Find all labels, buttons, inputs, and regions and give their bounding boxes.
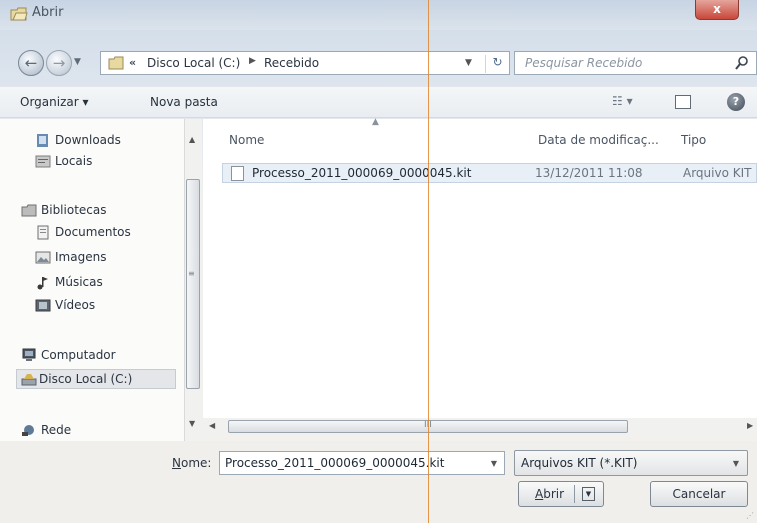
sidebar-item-label: Rede [41,423,72,437]
sidebar-item-label: Músicas [55,275,103,289]
title-bar[interactable]: Abrir x [0,0,757,30]
scrollbar-grip-icon: ≡ [188,269,195,278]
libraries-icon [21,204,37,217]
sidebar-item-label: Vídeos [55,298,96,312]
close-icon: x [713,2,721,16]
search-input[interactable]: Pesquisar Recebido [525,56,642,70]
back-arrow-icon: ← [24,54,38,72]
preview-pane-icon[interactable] [675,95,691,109]
open-file-dialog: Abrir x ← → ▼ « Disco Local (C:) ▶ Receb… [0,0,757,523]
places-icon [35,155,51,168]
breadcrumb-separator-icon[interactable]: ▶ [249,56,256,66]
videos-icon [35,299,51,312]
file-type: Arquivo KIT [683,166,752,180]
sidebar-item-label: Bibliotecas [41,203,107,217]
recent-locations-dropdown[interactable]: ▼ [74,57,81,67]
open-button-accel: A [535,487,544,501]
navigation-pane-scrollbar[interactable]: ▲ ≡ ▼ [184,119,202,441]
help-icon[interactable]: ? [727,93,745,111]
search-icon[interactable] [734,55,750,71]
file-name-value[interactable]: Processo_2011_000069_0000045.kit [225,456,444,470]
refresh-icon[interactable]: ↻ [485,55,509,73]
open-button[interactable]: Abrir ▼ [518,481,604,507]
file-name-label-text: ome: [180,456,212,470]
column-header-data[interactable]: Data de modificaç... [538,133,659,147]
sidebar-item-label: Downloads [55,133,121,147]
computer-icon [22,348,36,361]
help-glyph: ? [732,95,740,108]
close-button[interactable]: x [695,0,739,20]
open-button-label: Abrir [535,482,564,506]
file-list-horizontal-scrollbar[interactable]: ◀ III ▶ [203,418,757,436]
chevron-down-icon[interactable]: ▼ [733,459,739,468]
forward-button[interactable]: → [46,50,72,76]
overflow-crumb-icon[interactable]: « [129,56,136,69]
file-type-filter-value: Arquivos KIT (*.KIT) [521,456,638,470]
column-header-nome[interactable]: Nome [229,133,264,147]
address-bar[interactable]: « Disco Local (C:) ▶ Recebido ▼ ↻ [100,51,510,75]
sidebar-item-label: Locais [55,154,93,168]
file-date: 13/12/2011 11:08 [535,166,643,180]
cancel-button[interactable]: Cancelar [650,481,748,507]
file-name-field[interactable]: Processo_2011_000069_0000045.kit ▼ [219,451,505,475]
sidebar-item-label: Computador [41,348,116,362]
documents-icon [37,225,49,240]
new-folder-button[interactable]: Nova pasta [150,95,218,109]
breadcrumb-disco-local[interactable]: Disco Local (C:) [147,56,240,70]
split-divider [574,485,575,503]
search-box[interactable]: Pesquisar Recebido [514,51,757,75]
file-name-label-accel: N [172,456,181,470]
folder-icon [108,56,124,70]
column-header-tipo[interactable]: Tipo [681,133,706,147]
sidebar-item-disco-local[interactable]: Disco Local (C:) [16,369,176,389]
scan-marker-line [428,0,429,523]
forward-arrow-icon: → [52,54,66,72]
sort-ascending-icon: ▲ [372,117,379,127]
command-toolbar: Organizar ▾ Nova pasta ☷ ▾ ? [0,86,757,118]
music-icon [37,277,48,290]
resize-grip-icon[interactable]: ⋰ [746,511,754,520]
file-name: Processo_2011_000069_0000045.kit [252,166,472,180]
open-options-dropdown-icon[interactable]: ▼ [582,487,595,501]
dialog-footer: Nome: Processo_2011_000069_0000045.kit ▼… [0,441,757,523]
sidebar-item-label: Imagens [55,250,107,264]
file-name-label: Nome: [172,456,211,470]
window-title: Abrir [32,5,64,20]
scrollbar-thumb[interactable] [186,179,200,389]
app-icon [10,7,28,21]
scroll-right-icon[interactable]: ▶ [747,421,753,430]
chevron-down-icon[interactable]: ▼ [491,459,497,468]
table-row[interactable]: Processo_2011_000069_0000045.kit 13/12/2… [222,163,757,183]
breadcrumb-recebido[interactable]: Recebido [264,56,319,70]
file-icon [231,166,244,181]
change-view-icon[interactable]: ☷ ▾ [612,94,633,108]
navigation-bar: ← → ▼ « Disco Local (C:) ▶ Recebido ▼ ↻ … [0,40,757,84]
address-dropdown-icon[interactable]: ▼ [465,58,472,68]
organize-button[interactable]: Organizar ▾ [20,95,89,109]
network-icon [22,425,34,436]
scroll-up-icon[interactable]: ▲ [189,135,195,144]
images-icon [35,251,51,264]
sidebar-item-label: Disco Local (C:) [39,372,133,386]
back-button[interactable]: ← [18,50,44,76]
sidebar-item-label: Documentos [55,225,131,239]
navigation-pane: Downloads Locais Bibliotecas Documentos … [0,119,187,441]
downloads-icon [37,134,48,147]
file-type-filter[interactable]: Arquivos KIT (*.KIT) ▼ [514,450,748,476]
scroll-left-icon[interactable]: ◀ [209,421,215,430]
scroll-down-icon[interactable]: ▼ [189,419,195,428]
open-button-label-text: brir [543,487,565,501]
drive-icon [21,374,37,386]
